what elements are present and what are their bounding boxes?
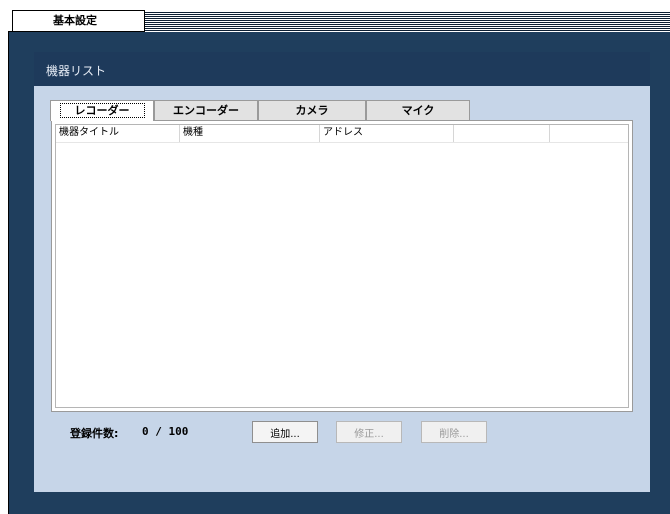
tab-recorder[interactable]: レコーダー [50, 100, 154, 121]
tab-basic-settings[interactable]: 基本設定 [12, 10, 145, 31]
delete-button[interactable]: 削除... [421, 421, 487, 443]
title-bar-stripes [145, 12, 670, 32]
tab-encoder-label: エンコーダー [173, 104, 239, 117]
tab-encoder[interactable]: エンコーダー [154, 100, 258, 120]
device-list-box: 機器タイトル 機種 アドレス [51, 120, 633, 412]
column-header-address[interactable]: アドレス [320, 125, 454, 142]
edit-button[interactable]: 修正... [336, 421, 402, 443]
registered-count-label: 登録件数: [70, 427, 119, 440]
column-header-blank[interactable] [454, 125, 550, 142]
device-list-panel: 機器リスト レコーダー エンコーダー カメラ マイク 機器タイトル 機種 アドレ… [34, 52, 650, 492]
tab-camera-label: カメラ [295, 104, 329, 117]
header-divider [56, 142, 628, 143]
add-button[interactable]: 追加... [252, 421, 318, 443]
panel-title: 機器リスト [34, 52, 650, 86]
column-header-device-title[interactable]: 機器タイトル [56, 125, 180, 142]
registered-count-value: 0 / 100 [142, 425, 189, 438]
tab-microphone[interactable]: マイク [366, 100, 470, 120]
tab-camera[interactable]: カメラ [258, 100, 366, 120]
device-list-table[interactable]: 機器タイトル 機種 アドレス [55, 124, 629, 408]
tab-recorder-label: レコーダー [59, 103, 145, 118]
tab-microphone-label: マイク [401, 104, 435, 117]
column-header-model[interactable]: 機種 [180, 125, 320, 142]
